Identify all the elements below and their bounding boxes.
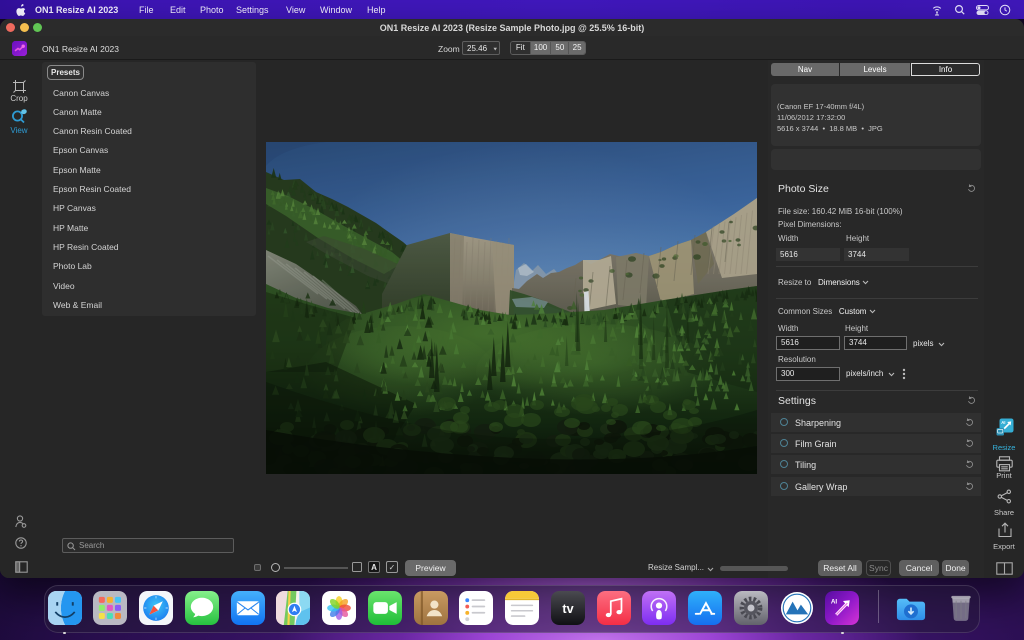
svg-text:AI: AI	[1001, 420, 1005, 425]
svg-text:tv: tv	[562, 601, 573, 615]
svg-text:AI: AI	[831, 598, 838, 605]
